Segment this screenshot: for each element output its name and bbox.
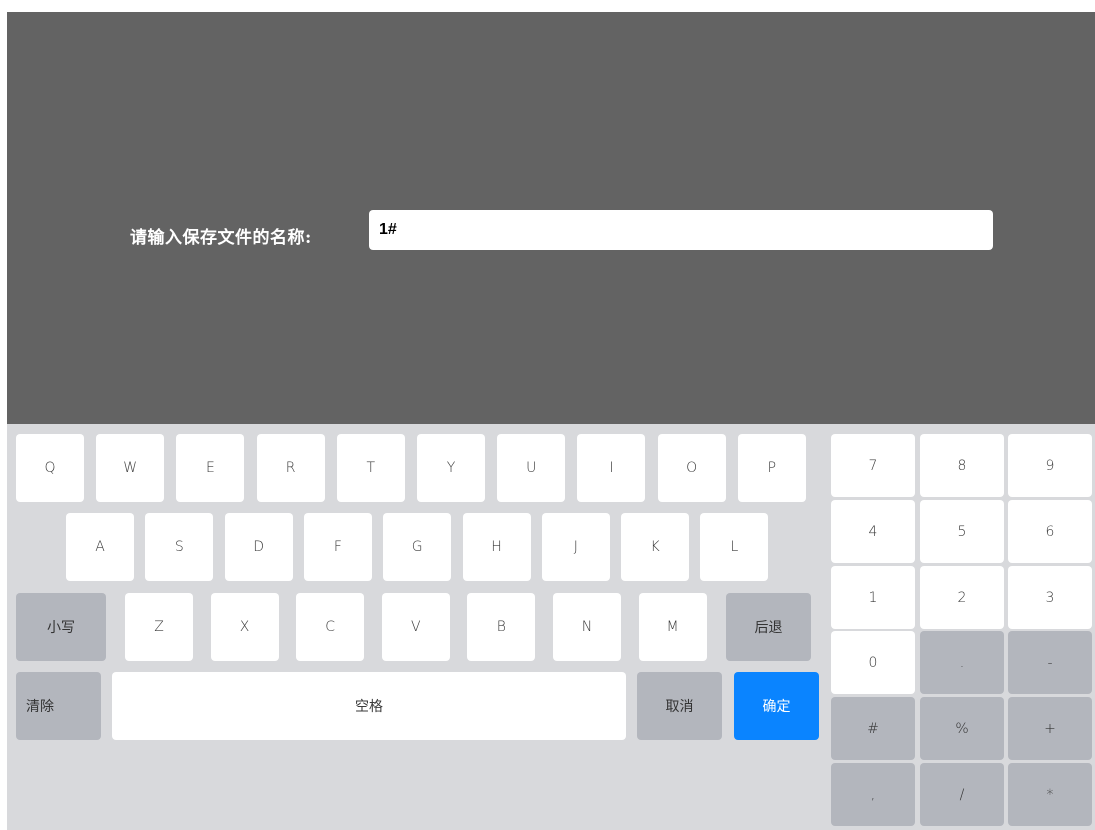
numpad-key-percent[interactable]: %	[920, 697, 1004, 760]
key-g[interactable]: G	[383, 513, 452, 581]
numpad-key-decimal-point[interactable]: .	[920, 631, 1004, 694]
key-f[interactable]: F	[303, 513, 372, 581]
confirm-button[interactable]: 确定	[734, 672, 819, 740]
numpad-key-seven[interactable]: 7	[831, 434, 915, 497]
key-i[interactable]: I	[577, 434, 646, 502]
numpad-key-three[interactable]: 3	[1008, 566, 1092, 629]
numpad-key-five[interactable]: 5	[920, 500, 1004, 563]
numpad-key-slash[interactable]: /	[920, 763, 1004, 826]
key-x[interactable]: X	[210, 593, 279, 661]
file-name-input[interactable]: 1#	[369, 210, 993, 250]
key-j[interactable]: J	[541, 513, 610, 581]
numpad-key-one[interactable]: 1	[831, 566, 915, 629]
numpad-key-hash[interactable]: #	[831, 697, 915, 760]
key-u[interactable]: U	[497, 434, 566, 502]
key-m[interactable]: M	[638, 593, 707, 661]
clear-button[interactable]: 清除	[16, 672, 101, 740]
key-h[interactable]: H	[462, 513, 531, 581]
numpad-key-zero[interactable]: 0	[831, 631, 915, 694]
key-v[interactable]: V	[381, 593, 450, 661]
key-n[interactable]: N	[553, 593, 621, 661]
key-c[interactable]: C	[296, 593, 365, 661]
key-e[interactable]: E	[176, 434, 245, 502]
numpad-key-eight[interactable]: 8	[920, 434, 1004, 497]
numpad-key-six[interactable]: 6	[1008, 500, 1092, 563]
numpad-key-nine[interactable]: 9	[1008, 434, 1092, 497]
key-s[interactable]: S	[145, 513, 214, 581]
key-q[interactable]: Q	[16, 434, 84, 502]
file-name-prompt-label: 请输入保存文件的名称:	[130, 228, 312, 248]
key-o[interactable]: O	[657, 434, 726, 502]
on-screen-keyboard: Q W E R T Y U I O P A S D F G H J K L 小写 Z X C V B N M 后退清除 空格 取消 确定 7 8…	[7, 424, 1095, 830]
numpad-key-asterisk[interactable]: *	[1008, 763, 1092, 826]
key-d[interactable]: D	[224, 513, 293, 581]
numpad-key-plus[interactable]: +	[1008, 697, 1092, 760]
key-k[interactable]: K	[621, 513, 690, 581]
key-r[interactable]: R	[256, 434, 325, 502]
key-l[interactable]: L	[700, 513, 769, 581]
key-b[interactable]: B	[467, 593, 536, 661]
lowercase-toggle-button[interactable]: 小写	[16, 593, 106, 661]
key-t[interactable]: T	[336, 434, 405, 502]
numpad-key-four[interactable]: 4	[831, 500, 915, 563]
key-w[interactable]: W	[96, 434, 165, 502]
key-p[interactable]: P	[737, 434, 806, 502]
key-y[interactable]: Y	[417, 434, 485, 502]
key-a[interactable]: A	[66, 513, 134, 581]
numpad-key-comma[interactable]: ,	[831, 763, 915, 826]
backspace-button[interactable]: 后退	[726, 593, 811, 661]
numpad-key-minus[interactable]: -	[1008, 631, 1092, 694]
numpad-key-two[interactable]: 2	[920, 566, 1004, 629]
key-z[interactable]: Z	[125, 593, 193, 661]
save-file-dialog: 请输入保存文件的名称: 1#	[7, 12, 1095, 424]
space-bar[interactable]: 空格	[112, 672, 626, 740]
cancel-button[interactable]: 取消	[637, 672, 722, 740]
